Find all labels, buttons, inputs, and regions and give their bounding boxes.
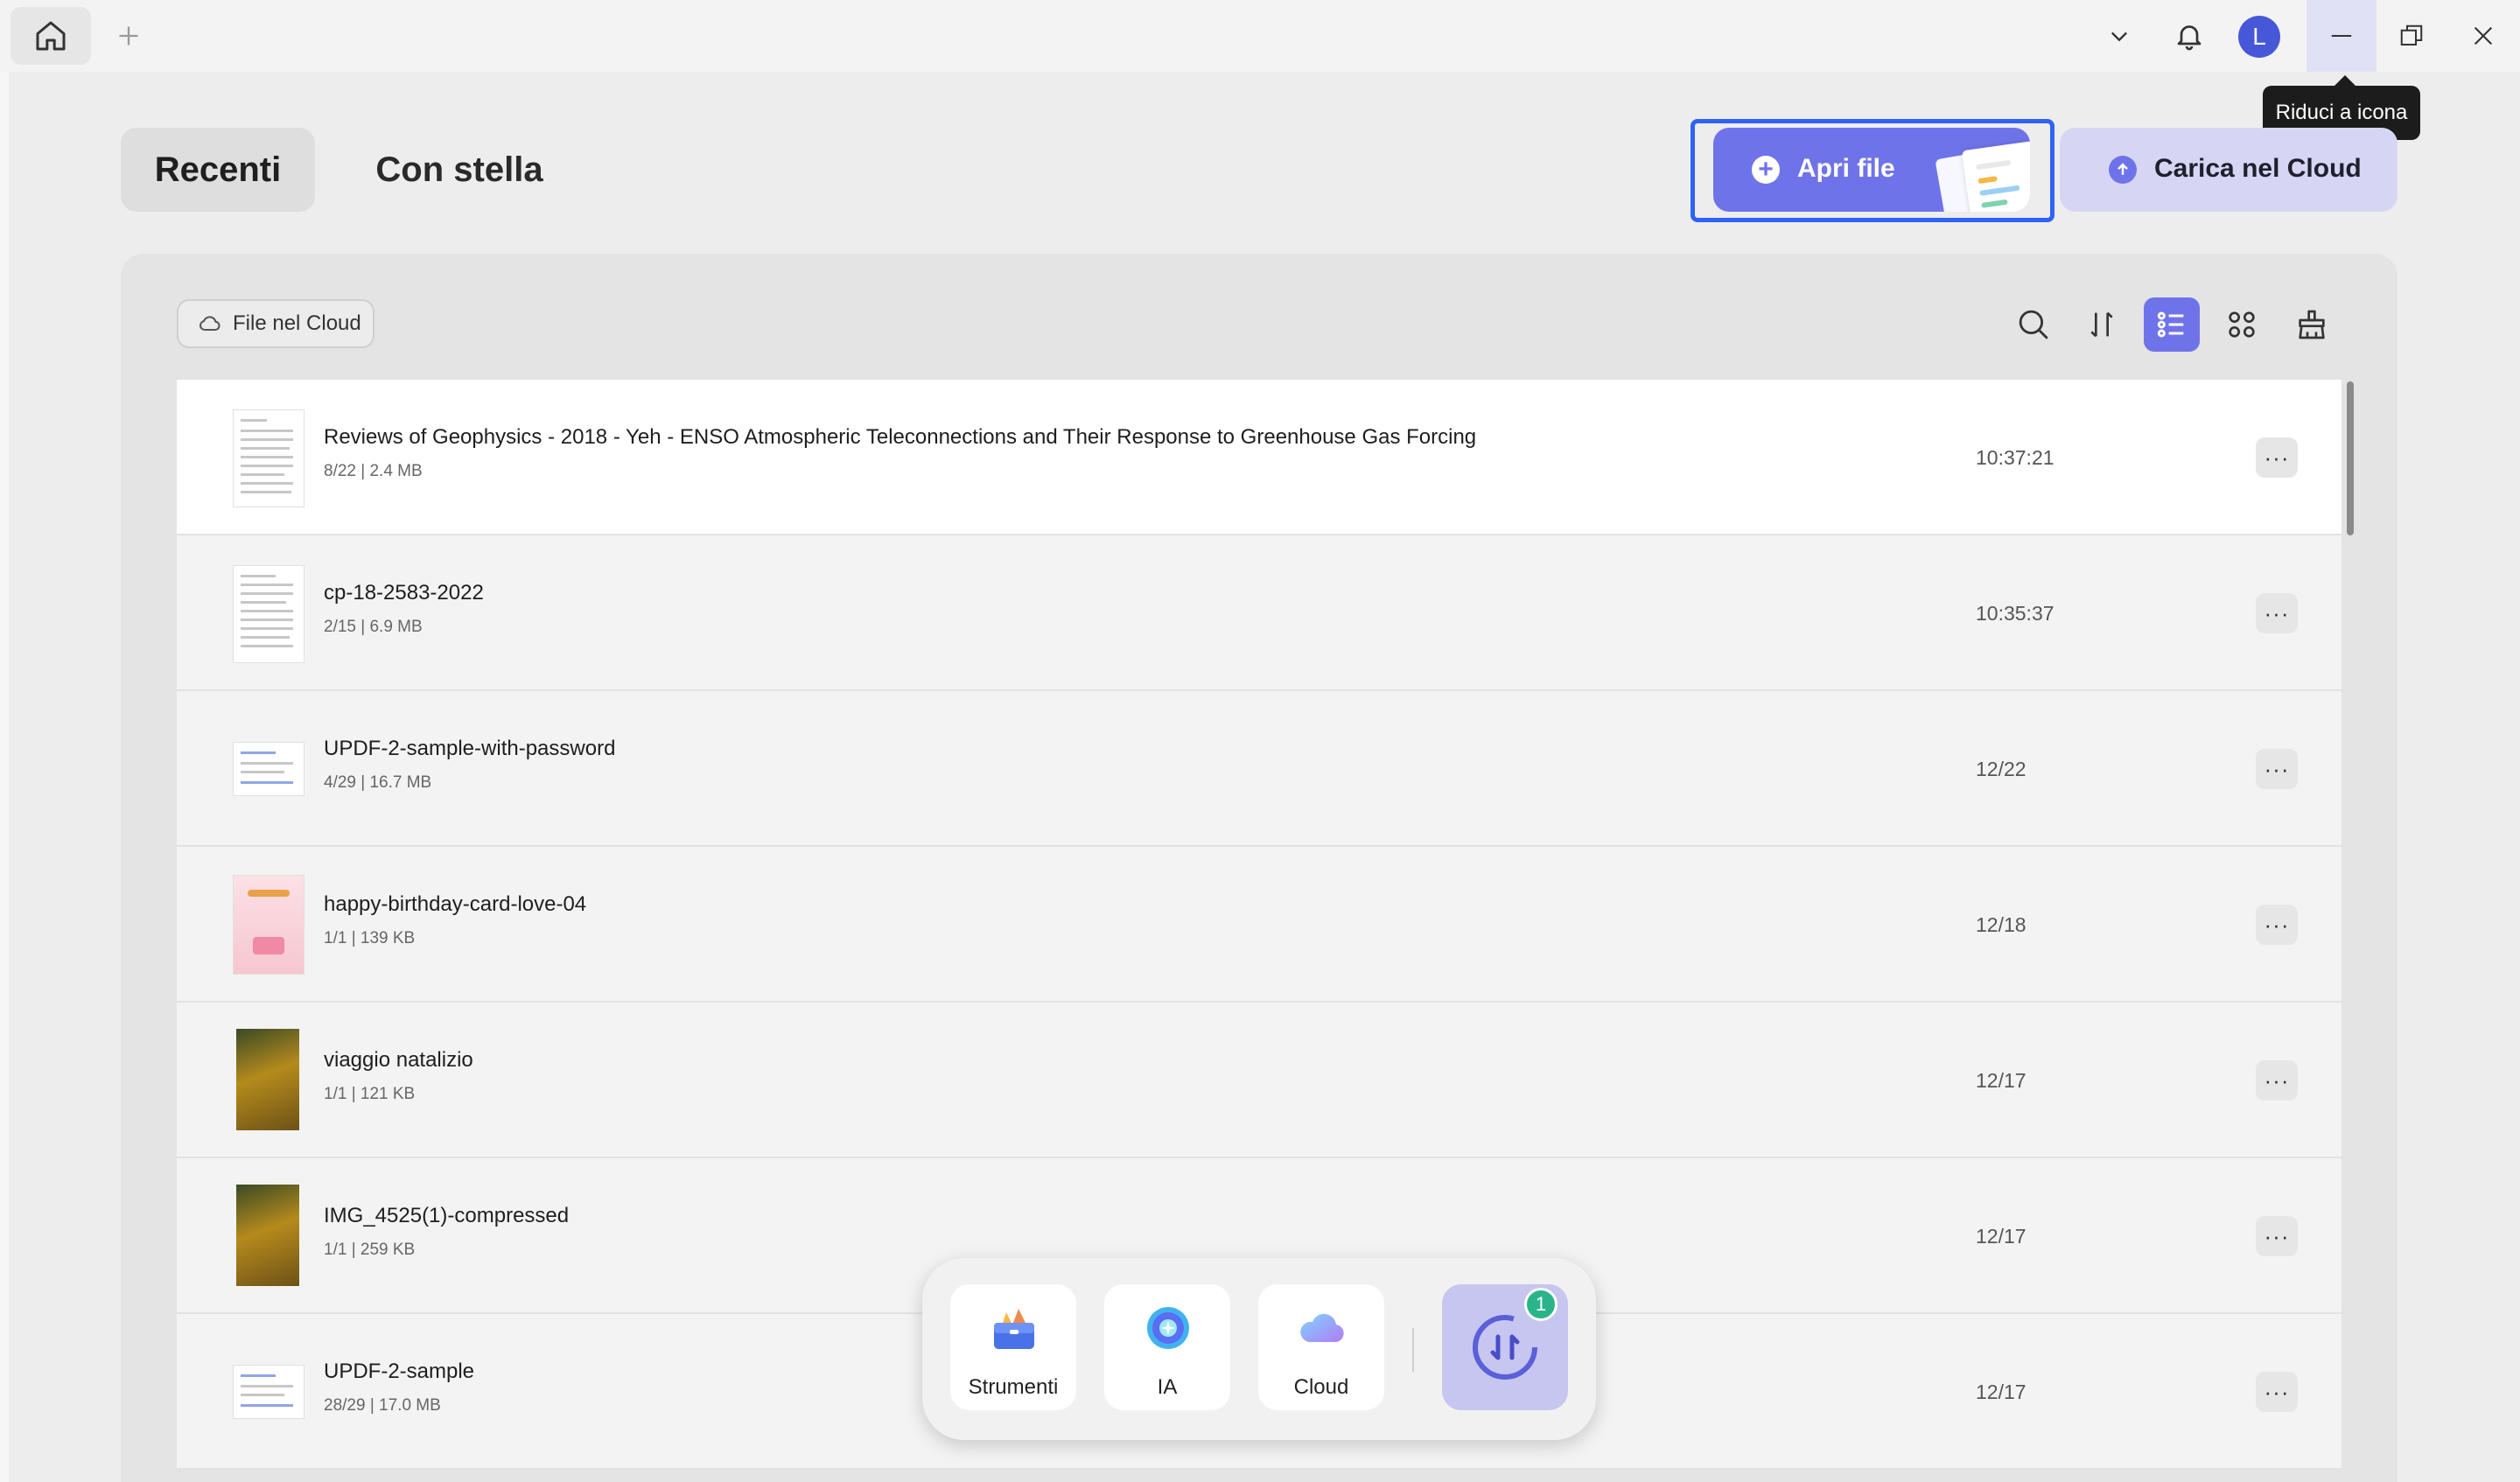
clear-history-button[interactable] bbox=[2284, 297, 2340, 352]
file-time: 10:35:37 bbox=[1976, 602, 2054, 625]
file-name: cp-18-2583-2022 bbox=[324, 581, 484, 605]
more-options-button[interactable]: ··· bbox=[2256, 593, 2298, 633]
chevron-down-icon bbox=[2111, 31, 2127, 42]
file-meta: 1/1 | 259 KB bbox=[324, 1241, 416, 1259]
file-name: happy-birthday-card-love-04 bbox=[324, 892, 587, 916]
search-icon bbox=[2019, 310, 2048, 339]
file-row[interactable]: cp-18-2583-2022 2/15 | 6.9 MB 10:35:37 ·… bbox=[177, 535, 2342, 691]
sort-button[interactable] bbox=[2074, 297, 2130, 352]
ai-label: IA bbox=[1157, 1375, 1178, 1399]
close-button[interactable] bbox=[2446, 0, 2520, 72]
open-file-label: Apri file bbox=[1797, 154, 1895, 183]
dock-divider bbox=[1412, 1328, 1414, 1372]
restore-button[interactable] bbox=[2376, 0, 2446, 72]
tab-recent[interactable]: Recenti bbox=[121, 128, 315, 212]
tools-button[interactable]: Strumenti bbox=[950, 1284, 1076, 1410]
file-time: 12/17 bbox=[1976, 1069, 2026, 1092]
list-view-button[interactable] bbox=[2144, 297, 2200, 352]
user-avatar[interactable]: L bbox=[2238, 16, 2280, 58]
minimize-icon bbox=[2331, 35, 2352, 37]
home-icon bbox=[36, 21, 66, 51]
grid-view-icon bbox=[2229, 311, 2255, 338]
tabs-dropdown-button[interactable] bbox=[2084, 0, 2154, 72]
file-row[interactable]: happy-birthday-card-love-04 1/1 | 139 KB… bbox=[177, 847, 2342, 1003]
more-options-button[interactable]: ··· bbox=[2256, 437, 2298, 478]
file-name: viaggio natalizio bbox=[324, 1048, 473, 1072]
open-file-button[interactable]: + Apri file bbox=[1713, 128, 2030, 212]
cloud-files-filter[interactable]: File nel Cloud bbox=[177, 299, 374, 348]
sort-icon bbox=[2090, 311, 2113, 338]
file-name: IMG_4525(1)-compressed bbox=[324, 1204, 570, 1227]
more-options-button[interactable]: ··· bbox=[2256, 1216, 2298, 1256]
file-meta: 4/29 | 16.7 MB bbox=[324, 773, 432, 792]
minimize-button[interactable] bbox=[2306, 0, 2376, 72]
file-thumbnail bbox=[233, 742, 304, 796]
file-thumbnail bbox=[236, 1029, 299, 1130]
tools-label: Strumenti bbox=[968, 1375, 1059, 1399]
file-meta: 8/22 | 2.4 MB bbox=[324, 462, 423, 480]
file-row[interactable]: UPDF-2-sample-with-password 4/29 | 16.7 … bbox=[177, 691, 2342, 847]
more-options-button[interactable]: ··· bbox=[2256, 749, 2298, 789]
upload-cloud-button[interactable]: Carica nel Cloud bbox=[2060, 128, 2398, 212]
upload-cloud-label: Carica nel Cloud bbox=[2154, 154, 2362, 183]
cloud-outline-icon bbox=[200, 316, 220, 332]
ai-button[interactable]: IA bbox=[1104, 1284, 1230, 1410]
file-meta: 1/1 | 139 KB bbox=[324, 929, 416, 947]
new-tab-button[interactable] bbox=[110, 17, 147, 54]
file-time: 12/17 bbox=[1976, 1381, 2026, 1403]
cloud-label: Cloud bbox=[1293, 1375, 1349, 1399]
file-thumbnail bbox=[236, 1185, 299, 1286]
document-illustration-icon bbox=[1961, 140, 2030, 212]
file-name: UPDF-2-sample bbox=[324, 1360, 475, 1383]
file-name: UPDF-2-sample-with-password bbox=[324, 737, 616, 760]
file-name: Reviews of Geophysics - 2018 - Yeh - ENS… bbox=[324, 425, 1477, 449]
window-left-edge bbox=[0, 72, 9, 1482]
file-row[interactable]: Reviews of Geophysics - 2018 - Yeh - ENS… bbox=[177, 380, 2342, 535]
file-time: 10:37:21 bbox=[1976, 446, 2054, 469]
plus-icon bbox=[119, 26, 138, 45]
file-thumbnail bbox=[233, 565, 304, 663]
restore-icon bbox=[2400, 24, 2423, 45]
file-thumbnail bbox=[233, 875, 304, 975]
file-time: 12/17 bbox=[1976, 1225, 2026, 1248]
cloud-button[interactable]: Cloud bbox=[1258, 1284, 1384, 1410]
file-thumbnail bbox=[233, 409, 304, 507]
file-meta: 1/1 | 121 KB bbox=[324, 1085, 416, 1103]
more-options-button[interactable]: ··· bbox=[2256, 1060, 2298, 1101]
title-bar: L bbox=[0, 0, 2520, 72]
home-tab[interactable] bbox=[10, 7, 91, 65]
grid-view-button[interactable] bbox=[2214, 297, 2270, 352]
upload-arrow-icon bbox=[2109, 156, 2137, 184]
sync-arrows-icon bbox=[1473, 1315, 1537, 1380]
file-thumbnail bbox=[233, 1365, 304, 1419]
cloud-files-label: File nel Cloud bbox=[233, 311, 361, 335]
tab-starred[interactable]: Con stella bbox=[350, 128, 569, 212]
broom-icon bbox=[2299, 310, 2325, 339]
cloud-icon bbox=[1300, 1313, 1344, 1342]
list-view-icon bbox=[2157, 311, 2184, 338]
file-time: 12/18 bbox=[1976, 913, 2026, 936]
more-options-button[interactable]: ··· bbox=[2256, 905, 2298, 945]
scrollbar-thumb[interactable] bbox=[2347, 381, 2354, 535]
ai-assistant-icon bbox=[1147, 1307, 1189, 1349]
close-icon bbox=[2474, 26, 2493, 45]
more-options-button[interactable]: ··· bbox=[2256, 1372, 2298, 1412]
bottom-dock: Strumenti IA Cloud 1 bbox=[922, 1258, 1596, 1440]
file-meta: 2/15 | 6.9 MB bbox=[324, 618, 423, 636]
task-count-badge: 1 bbox=[1524, 1288, 1558, 1321]
notifications-button[interactable] bbox=[2154, 0, 2224, 72]
search-button[interactable] bbox=[2006, 297, 2062, 352]
file-row[interactable]: viaggio natalizio 1/1 | 121 KB 12/17 ··· bbox=[177, 1003, 2342, 1158]
file-time: 12/22 bbox=[1976, 758, 2026, 780]
plus-circle-icon: + bbox=[1752, 156, 1780, 184]
bell-icon bbox=[2177, 25, 2202, 51]
file-meta: 28/29 | 17.0 MB bbox=[324, 1396, 441, 1415]
toolbox-icon bbox=[994, 1309, 1034, 1349]
